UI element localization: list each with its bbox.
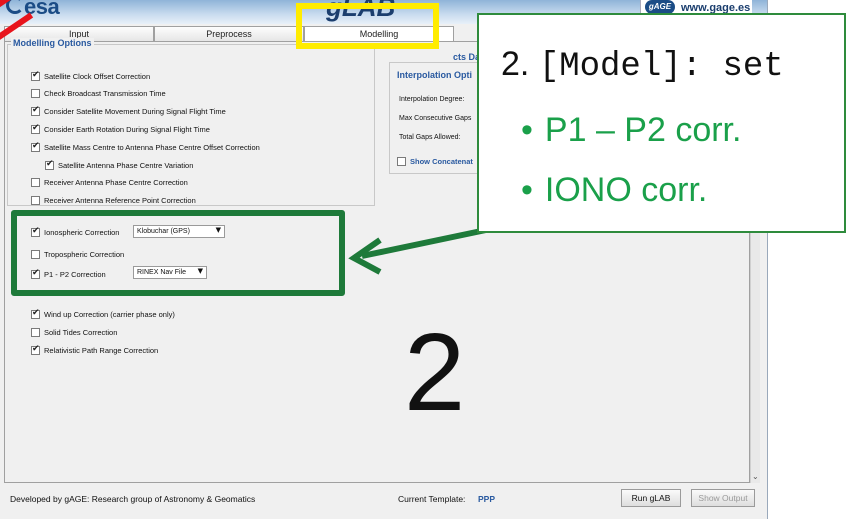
option-label: Consider Satellite Movement During Signa… [44, 106, 226, 116]
option-label: Satellite Clock Offset Correction [44, 71, 151, 81]
option-label: Solid Tides Correction [44, 327, 118, 337]
option-label: Show Concatenat [410, 156, 473, 166]
option-sat-clock[interactable]: Satellite Clock Offset Correction [31, 70, 150, 82]
option-label: Relativistic Path Range Correction [44, 345, 159, 355]
option-rx-antenna-pc[interactable]: Receiver Antenna Phase Centre Correction [31, 176, 188, 188]
option-label: Consider Earth Rotation During Signal Fl… [44, 124, 210, 134]
modelling-tab-highlight [296, 3, 439, 49]
step-number: 2. [501, 45, 530, 83]
checkbox[interactable] [31, 344, 40, 355]
option-relativistic[interactable]: Relativistic Path Range Correction [31, 344, 158, 356]
bullet-dot: • [521, 111, 533, 149]
instruction-callout: 2. [Model]: set • P1 – P2 corr. • IONO cor… [477, 13, 846, 233]
template-label: Current Template: [398, 494, 466, 504]
bullet-item: • IONO corr. [521, 171, 707, 210]
interpolation-title: Interpolation Opti [395, 70, 474, 80]
green-arrow-icon [348, 227, 487, 275]
developer-credit: Developed by gAGE: Research group of Ast… [10, 494, 256, 504]
checkbox[interactable] [31, 105, 40, 116]
checkbox[interactable] [31, 123, 40, 134]
interp-degree-label: Interpolation Degree: [399, 96, 465, 103]
option-sat-mass-centre[interactable]: Satellite Mass Centre to Antenna Phase C… [31, 141, 260, 153]
option-sat-antenna-pcv[interactable]: Satellite Antenna Phase Centre Variation [45, 159, 193, 171]
esa-logo-icon [6, 0, 24, 14]
option-label: Wind up Correction (carrier phase only) [44, 309, 175, 319]
callout-heading: 2. [Model]: set [501, 45, 784, 86]
checkbox[interactable] [31, 327, 40, 337]
run-glab-button[interactable]: Run gLAB [621, 489, 681, 507]
total-gaps-label: Total Gaps Allowed: [399, 134, 461, 141]
option-broadcast-time[interactable]: Check Broadcast Transmission Time [31, 87, 166, 99]
bullet-item: • P1 – P2 corr. [521, 111, 741, 150]
gage-badge: gAGE [645, 0, 675, 14]
slide-step-number: 2 [404, 311, 466, 434]
checkbox[interactable] [31, 177, 40, 187]
option-show-concatenated[interactable]: Show Concatenat [397, 155, 473, 167]
option-sat-movement[interactable]: Consider Satellite Movement During Signa… [31, 105, 226, 117]
tab-preprocess[interactable]: Preprocess [154, 26, 304, 41]
option-solid-tides[interactable]: Solid Tides Correction [31, 326, 117, 338]
checkbox[interactable] [31, 195, 40, 205]
scroll-down-icon[interactable]: ⌄ [752, 472, 759, 481]
option-label: Satellite Mass Centre to Antenna Phase C… [44, 142, 260, 152]
bullet-dot: • [521, 171, 533, 209]
template-value: PPP [478, 494, 496, 504]
checkbox[interactable] [31, 70, 40, 81]
show-output-button[interactable]: Show Output [691, 489, 755, 507]
option-label: Check Broadcast Transmission Time [44, 88, 166, 98]
option-earth-rotation[interactable]: Consider Earth Rotation During Signal Fl… [31, 123, 210, 135]
status-bar: Developed by gAGE: Research group of Ast… [0, 485, 767, 519]
option-rx-antenna-arp[interactable]: Receiver Antenna Reference Point Correct… [31, 194, 196, 206]
bullet-text: IONO corr. [544, 171, 708, 209]
checkbox[interactable] [45, 159, 54, 170]
modelling-options-title: Modelling Options [11, 38, 94, 48]
corrections-highlight [11, 210, 345, 296]
option-label: Receiver Antenna Reference Point Correct… [44, 195, 196, 205]
option-label: Satellite Antenna Phase Centre Variation [58, 160, 194, 170]
checkbox[interactable] [397, 156, 406, 166]
step-instruction: [Model]: set [538, 48, 784, 86]
option-label: Receiver Antenna Phase Centre Correction [44, 177, 188, 187]
max-gaps-label: Max Consecutive Gaps [399, 115, 472, 122]
bullet-text: P1 – P2 corr. [544, 111, 742, 149]
option-wind-up[interactable]: Wind up Correction (carrier phase only) [31, 308, 175, 320]
checkbox[interactable] [31, 308, 40, 319]
checkbox[interactable] [31, 88, 40, 98]
checkbox[interactable] [31, 141, 40, 152]
